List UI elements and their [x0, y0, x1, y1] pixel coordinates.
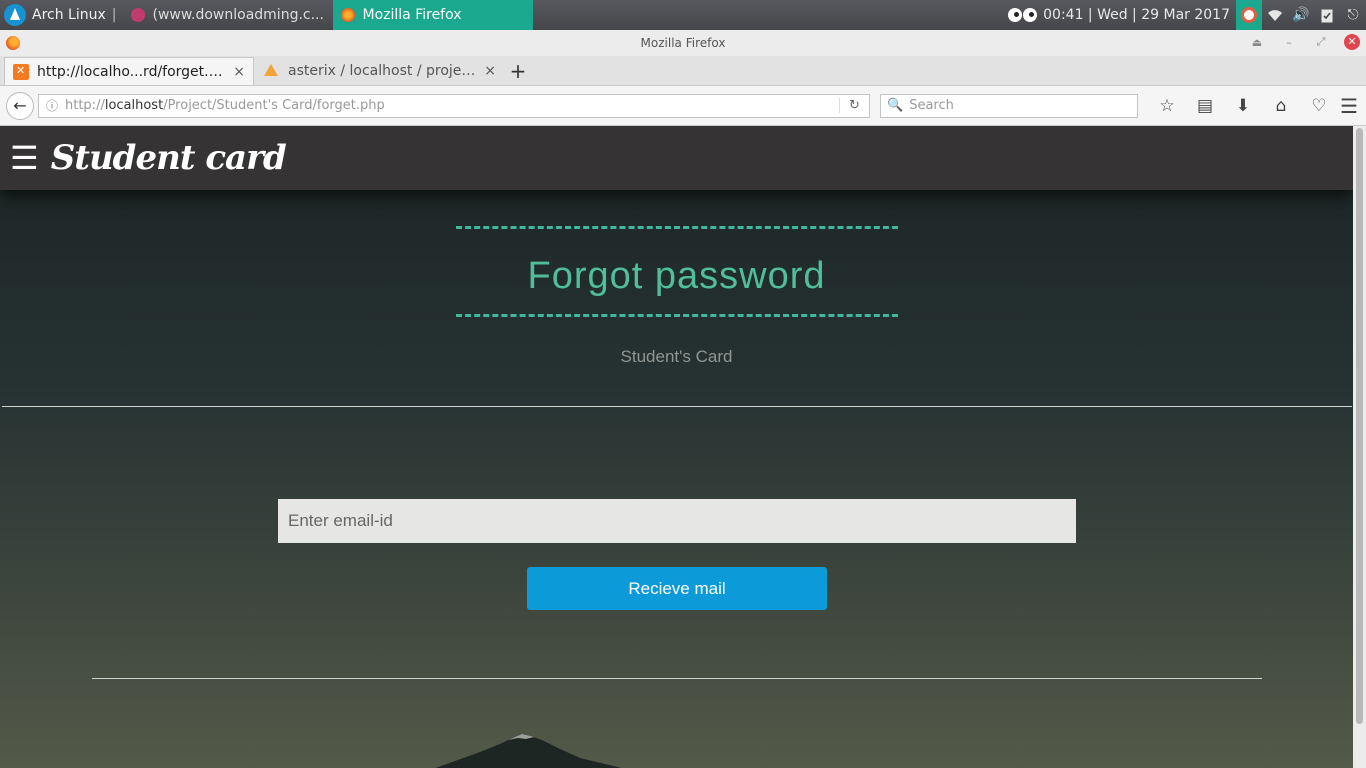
- tab-title: http://localho...rd/forget.php: [37, 63, 226, 80]
- divider: [2, 406, 1352, 407]
- scrollbar[interactable]: [1353, 126, 1366, 768]
- tab-phpmyadmin[interactable]: asterix / localhost / project ... ×: [254, 57, 504, 85]
- reload-icon[interactable]: ↻: [839, 98, 869, 113]
- scrollbar-thumb[interactable]: [1356, 128, 1363, 724]
- clock[interactable]: 00:41 | Wed | 29 Mar 2017: [1043, 7, 1230, 23]
- xeyes-icon: [1008, 8, 1038, 22]
- minimize-icon[interactable]: –: [1280, 36, 1298, 49]
- window-title: Mozilla Firefox: [640, 36, 726, 50]
- tab-title: asterix / localhost / project ...: [288, 63, 477, 79]
- search-placeholder: Search: [909, 98, 954, 113]
- phpmyadmin-favicon-icon: [262, 64, 280, 78]
- url-text[interactable]: http://localhost/Project/Student's Card/…: [65, 98, 839, 113]
- recieve-mail-button[interactable]: Recieve mail: [527, 567, 827, 610]
- new-tab-button[interactable]: +: [504, 57, 532, 85]
- home-icon[interactable]: ⌂: [1262, 91, 1300, 121]
- divider: [92, 678, 1262, 679]
- taskbar-task-firefox[interactable]: Mozilla Firefox: [332, 0, 533, 30]
- dashed-divider-top: [455, 226, 898, 229]
- arrow-left-icon: ←: [13, 96, 27, 115]
- logout-icon[interactable]: ⎋: [1340, 0, 1366, 30]
- clipboard-icon[interactable]: [1314, 0, 1340, 30]
- email-field[interactable]: [278, 499, 1076, 543]
- page-subtitle: Student's Card: [620, 347, 733, 366]
- download-icon[interactable]: ⬇: [1224, 91, 1262, 121]
- shade-icon[interactable]: ⏏: [1248, 36, 1266, 49]
- mountain-silhouette: [435, 734, 622, 768]
- url-scheme: http://: [65, 98, 105, 113]
- tab-forget-php[interactable]: http://localho...rd/forget.php ×: [4, 57, 254, 85]
- close-window-icon[interactable]: ✕: [1344, 34, 1360, 50]
- dashed-divider-bottom: [455, 314, 898, 317]
- browser-icon: [130, 8, 145, 22]
- url-host: localhost: [104, 98, 164, 113]
- heading-block: Forgot password Student's Card: [0, 226, 1353, 367]
- site-header: ☰ Student card: [0, 126, 1353, 190]
- maximize-icon[interactable]: ⤢: [1312, 35, 1330, 49]
- reading-list-icon[interactable]: ▤: [1186, 91, 1224, 121]
- wifi-icon[interactable]: [1262, 0, 1288, 30]
- arch-linux-icon[interactable]: [4, 4, 26, 26]
- brand-logo[interactable]: Student card: [51, 138, 287, 178]
- firefox-icon: [6, 36, 20, 50]
- task-label: Mozilla Firefox: [362, 7, 462, 23]
- window-titlebar: Mozilla Firefox ⏏ – ⤢ ✕: [0, 30, 1366, 56]
- url-bar[interactable]: ⓘ http://localhost/Project/Student's Car…: [38, 93, 870, 118]
- task-label: (www.downloadming.c...: [152, 7, 324, 23]
- page-title: Forgot password: [527, 255, 826, 297]
- close-tab-icon[interactable]: ×: [233, 64, 245, 80]
- tab-bar: http://localho...rd/forget.php × asterix…: [0, 56, 1366, 86]
- url-path: /Project/Student's Card/forget.php: [163, 98, 385, 113]
- back-button[interactable]: ←: [6, 91, 34, 120]
- info-icon[interactable]: ⓘ: [39, 97, 65, 114]
- xampp-favicon-icon: [13, 63, 29, 80]
- taskbar-task-downloadming[interactable]: (www.downloadming.c...: [123, 0, 333, 30]
- site-menu-icon[interactable]: ☰: [10, 142, 39, 174]
- bookmark-star-icon[interactable]: ☆: [1148, 91, 1186, 121]
- hamburger-menu-icon[interactable]: ☰: [1340, 94, 1358, 118]
- search-icon: 🔍: [887, 98, 904, 113]
- page-viewport: ☰ Student card Forgot password Student's…: [0, 126, 1366, 768]
- firefox-icon: [340, 8, 355, 22]
- volume-icon[interactable]: 🔊: [1288, 0, 1314, 30]
- update-icon[interactable]: [1236, 0, 1262, 30]
- search-bar[interactable]: 🔍 Search: [880, 93, 1138, 118]
- taskbar-separator: |: [111, 7, 117, 23]
- navigation-toolbar: ← ⓘ http://localhost/Project/Student's C…: [0, 86, 1366, 126]
- system-taskbar: Arch Linux | (www.downloadming.c... Mozi…: [0, 0, 1366, 30]
- close-tab-icon[interactable]: ×: [484, 63, 496, 79]
- os-label: Arch Linux: [32, 7, 106, 23]
- pocket-icon[interactable]: ♡: [1300, 91, 1338, 121]
